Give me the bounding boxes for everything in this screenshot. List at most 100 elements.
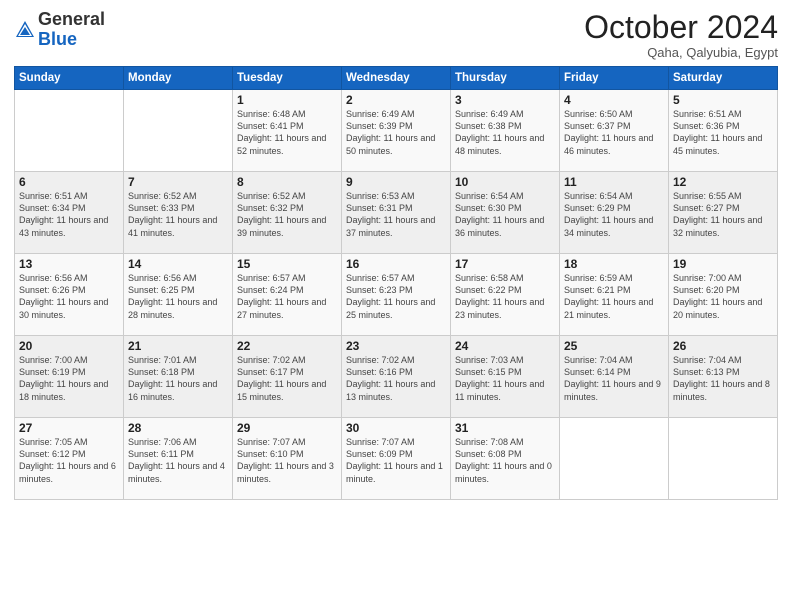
day-number: 9 [346, 175, 446, 189]
day-cell: 4Sunrise: 6:50 AM Sunset: 6:37 PM Daylig… [560, 90, 669, 172]
day-number: 14 [128, 257, 228, 271]
day-cell: 1Sunrise: 6:48 AM Sunset: 6:41 PM Daylig… [233, 90, 342, 172]
day-number: 7 [128, 175, 228, 189]
day-number: 5 [673, 93, 773, 107]
day-cell: 14Sunrise: 6:56 AM Sunset: 6:25 PM Dayli… [124, 254, 233, 336]
day-cell: 3Sunrise: 6:49 AM Sunset: 6:38 PM Daylig… [451, 90, 560, 172]
day-cell: 18Sunrise: 6:59 AM Sunset: 6:21 PM Dayli… [560, 254, 669, 336]
day-cell: 26Sunrise: 7:04 AM Sunset: 6:13 PM Dayli… [669, 336, 778, 418]
day-cell: 31Sunrise: 7:08 AM Sunset: 6:08 PM Dayli… [451, 418, 560, 500]
day-number: 24 [455, 339, 555, 353]
day-cell [560, 418, 669, 500]
day-cell: 15Sunrise: 6:57 AM Sunset: 6:24 PM Dayli… [233, 254, 342, 336]
day-info: Sunrise: 6:55 AM Sunset: 6:27 PM Dayligh… [673, 190, 773, 239]
day-info: Sunrise: 7:03 AM Sunset: 6:15 PM Dayligh… [455, 354, 555, 403]
day-number: 6 [19, 175, 119, 189]
day-info: Sunrise: 6:56 AM Sunset: 6:26 PM Dayligh… [19, 272, 119, 321]
logo-icon [14, 19, 36, 41]
day-number: 25 [564, 339, 664, 353]
day-number: 18 [564, 257, 664, 271]
day-number: 16 [346, 257, 446, 271]
weekday-tuesday: Tuesday [233, 67, 342, 90]
weekday-wednesday: Wednesday [342, 67, 451, 90]
day-info: Sunrise: 7:04 AM Sunset: 6:14 PM Dayligh… [564, 354, 664, 403]
day-info: Sunrise: 7:02 AM Sunset: 6:17 PM Dayligh… [237, 354, 337, 403]
week-row-3: 13Sunrise: 6:56 AM Sunset: 6:26 PM Dayli… [15, 254, 778, 336]
day-info: Sunrise: 7:02 AM Sunset: 6:16 PM Dayligh… [346, 354, 446, 403]
weekday-header-row: SundayMondayTuesdayWednesdayThursdayFrid… [15, 67, 778, 90]
day-cell: 23Sunrise: 7:02 AM Sunset: 6:16 PM Dayli… [342, 336, 451, 418]
logo-blue: Blue [38, 29, 77, 49]
day-number: 31 [455, 421, 555, 435]
day-info: Sunrise: 6:50 AM Sunset: 6:37 PM Dayligh… [564, 108, 664, 157]
day-info: Sunrise: 6:53 AM Sunset: 6:31 PM Dayligh… [346, 190, 446, 239]
day-info: Sunrise: 7:07 AM Sunset: 6:10 PM Dayligh… [237, 436, 337, 485]
day-number: 19 [673, 257, 773, 271]
day-cell: 20Sunrise: 7:00 AM Sunset: 6:19 PM Dayli… [15, 336, 124, 418]
day-number: 26 [673, 339, 773, 353]
week-row-5: 27Sunrise: 7:05 AM Sunset: 6:12 PM Dayli… [15, 418, 778, 500]
day-info: Sunrise: 6:51 AM Sunset: 6:34 PM Dayligh… [19, 190, 119, 239]
day-cell: 28Sunrise: 7:06 AM Sunset: 6:11 PM Dayli… [124, 418, 233, 500]
day-cell: 21Sunrise: 7:01 AM Sunset: 6:18 PM Dayli… [124, 336, 233, 418]
day-cell: 2Sunrise: 6:49 AM Sunset: 6:39 PM Daylig… [342, 90, 451, 172]
day-info: Sunrise: 7:06 AM Sunset: 6:11 PM Dayligh… [128, 436, 228, 485]
day-info: Sunrise: 7:00 AM Sunset: 6:20 PM Dayligh… [673, 272, 773, 321]
day-cell: 12Sunrise: 6:55 AM Sunset: 6:27 PM Dayli… [669, 172, 778, 254]
header: General Blue October 2024 Qaha, Qalyubia… [14, 10, 778, 60]
day-cell: 19Sunrise: 7:00 AM Sunset: 6:20 PM Dayli… [669, 254, 778, 336]
weekday-sunday: Sunday [15, 67, 124, 90]
day-cell: 9Sunrise: 6:53 AM Sunset: 6:31 PM Daylig… [342, 172, 451, 254]
day-cell: 29Sunrise: 7:07 AM Sunset: 6:10 PM Dayli… [233, 418, 342, 500]
day-cell: 8Sunrise: 6:52 AM Sunset: 6:32 PM Daylig… [233, 172, 342, 254]
page: General Blue October 2024 Qaha, Qalyubia… [0, 0, 792, 612]
day-info: Sunrise: 6:49 AM Sunset: 6:38 PM Dayligh… [455, 108, 555, 157]
day-number: 3 [455, 93, 555, 107]
day-number: 10 [455, 175, 555, 189]
day-cell: 10Sunrise: 6:54 AM Sunset: 6:30 PM Dayli… [451, 172, 560, 254]
day-info: Sunrise: 7:08 AM Sunset: 6:08 PM Dayligh… [455, 436, 555, 485]
day-number: 29 [237, 421, 337, 435]
day-cell: 30Sunrise: 7:07 AM Sunset: 6:09 PM Dayli… [342, 418, 451, 500]
day-cell: 13Sunrise: 6:56 AM Sunset: 6:26 PM Dayli… [15, 254, 124, 336]
day-number: 23 [346, 339, 446, 353]
day-info: Sunrise: 7:00 AM Sunset: 6:19 PM Dayligh… [19, 354, 119, 403]
day-number: 22 [237, 339, 337, 353]
day-cell: 5Sunrise: 6:51 AM Sunset: 6:36 PM Daylig… [669, 90, 778, 172]
weekday-saturday: Saturday [669, 67, 778, 90]
day-number: 1 [237, 93, 337, 107]
day-info: Sunrise: 6:56 AM Sunset: 6:25 PM Dayligh… [128, 272, 228, 321]
day-info: Sunrise: 7:05 AM Sunset: 6:12 PM Dayligh… [19, 436, 119, 485]
day-number: 17 [455, 257, 555, 271]
location: Qaha, Qalyubia, Egypt [584, 45, 778, 60]
day-cell [15, 90, 124, 172]
weekday-monday: Monday [124, 67, 233, 90]
day-cell: 16Sunrise: 6:57 AM Sunset: 6:23 PM Dayli… [342, 254, 451, 336]
day-number: 8 [237, 175, 337, 189]
day-number: 28 [128, 421, 228, 435]
day-info: Sunrise: 6:48 AM Sunset: 6:41 PM Dayligh… [237, 108, 337, 157]
day-cell: 24Sunrise: 7:03 AM Sunset: 6:15 PM Dayli… [451, 336, 560, 418]
day-cell: 7Sunrise: 6:52 AM Sunset: 6:33 PM Daylig… [124, 172, 233, 254]
day-cell: 17Sunrise: 6:58 AM Sunset: 6:22 PM Dayli… [451, 254, 560, 336]
day-info: Sunrise: 6:58 AM Sunset: 6:22 PM Dayligh… [455, 272, 555, 321]
day-number: 4 [564, 93, 664, 107]
day-number: 12 [673, 175, 773, 189]
logo: General Blue [14, 10, 105, 50]
day-info: Sunrise: 6:57 AM Sunset: 6:24 PM Dayligh… [237, 272, 337, 321]
title-block: October 2024 Qaha, Qalyubia, Egypt [584, 10, 778, 60]
day-number: 2 [346, 93, 446, 107]
day-number: 30 [346, 421, 446, 435]
weekday-friday: Friday [560, 67, 669, 90]
logo-general: General [38, 9, 105, 29]
day-info: Sunrise: 6:54 AM Sunset: 6:30 PM Dayligh… [455, 190, 555, 239]
day-info: Sunrise: 6:52 AM Sunset: 6:32 PM Dayligh… [237, 190, 337, 239]
day-info: Sunrise: 7:07 AM Sunset: 6:09 PM Dayligh… [346, 436, 446, 485]
week-row-4: 20Sunrise: 7:00 AM Sunset: 6:19 PM Dayli… [15, 336, 778, 418]
day-cell: 6Sunrise: 6:51 AM Sunset: 6:34 PM Daylig… [15, 172, 124, 254]
day-number: 11 [564, 175, 664, 189]
day-info: Sunrise: 7:01 AM Sunset: 6:18 PM Dayligh… [128, 354, 228, 403]
day-number: 21 [128, 339, 228, 353]
day-cell: 27Sunrise: 7:05 AM Sunset: 6:12 PM Dayli… [15, 418, 124, 500]
day-info: Sunrise: 6:54 AM Sunset: 6:29 PM Dayligh… [564, 190, 664, 239]
